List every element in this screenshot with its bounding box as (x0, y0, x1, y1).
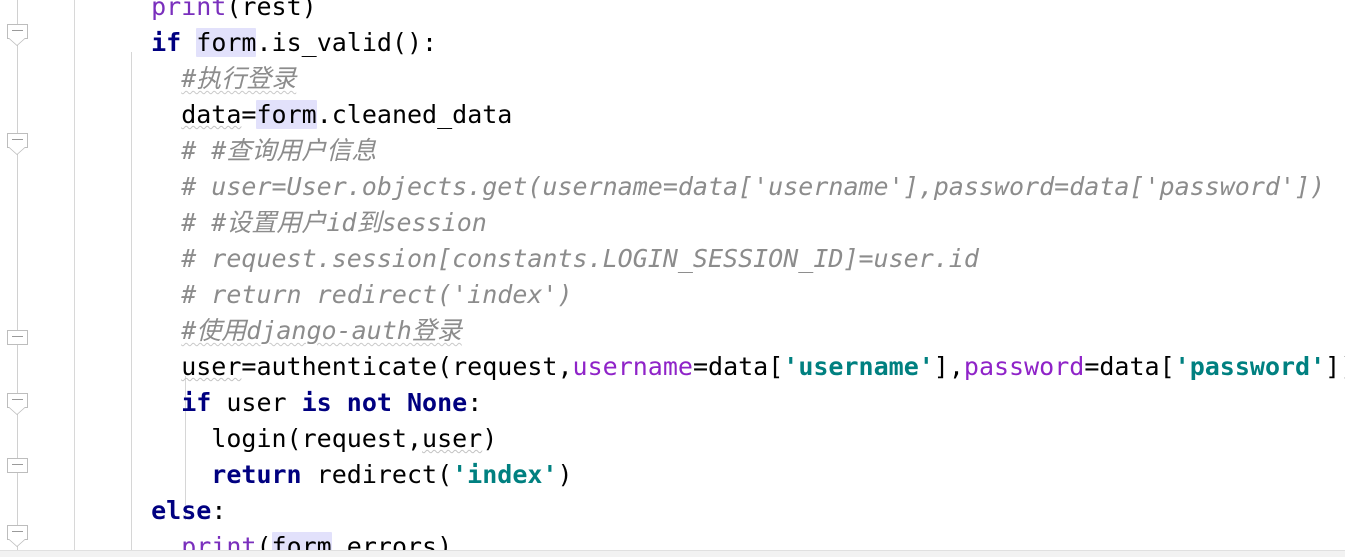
token-comment-0: # #查询用户信息 (181, 136, 377, 165)
token-plain-1: user (211, 388, 302, 417)
line-comment-execute-login[interactable]: #执行登录 (121, 61, 1345, 97)
token-kwarg-2: username (572, 352, 693, 381)
annotation-strip (75, 0, 121, 557)
token-plain-3: =data[ (692, 352, 784, 381)
token-plain-7: =data[ (1084, 352, 1175, 381)
fold-marker-tip (8, 406, 26, 414)
token-plain-3: ) (301, 0, 317, 21)
token-plain-1 (181, 28, 196, 57)
fold-marker-if-user-is-not-none[interactable] (7, 327, 28, 348)
token-plain-9: ]) (1325, 352, 1345, 381)
token-keyword-0: if (151, 28, 182, 57)
fold-marker-else-block[interactable] (7, 525, 28, 546)
line-comment-return-redirect-index[interactable]: # return redirect('index') (121, 277, 1345, 313)
code-surface[interactable]: print(rest) if form.is_valid(): #执行登录 data=… (121, 0, 1345, 557)
line-comment-set-user-id-to-session[interactable]: # #设置用户id到session (121, 205, 1345, 241)
token-kwarg-6: password (963, 352, 1085, 381)
token-plain-1: ( (226, 0, 242, 21)
token-keyword-0: return (211, 460, 302, 489)
token-comment-0: #使用django-auth登录 (181, 316, 462, 345)
line-data-equals-form-cleaned-data[interactable]: data=form.cleaned_data (121, 97, 1345, 133)
fold-collapse-dash-icon (12, 531, 23, 532)
fold-marker-tip (8, 37, 26, 45)
fold-marker-if-form-is-valid[interactable] (7, 24, 28, 45)
token-plain-2: form (196, 28, 257, 57)
token-plain-2: ) (482, 424, 498, 453)
token-string-4: 'username' (783, 352, 934, 381)
token-comment-0: #执行登录 (181, 64, 297, 93)
token-plain-0: user (181, 352, 242, 381)
line-return-redirect-index[interactable]: return redirect('index') (121, 457, 1345, 493)
fold-marker-nested-block[interactable] (7, 393, 28, 414)
fold-collapse-dash-icon (12, 336, 23, 337)
token-builtin-0: print (151, 0, 227, 21)
token-plain-1: user (422, 424, 483, 453)
fold-marker-tip (8, 538, 26, 546)
fold-marker-comment-block[interactable] (7, 133, 28, 154)
line-comment-request-session-login-session-id[interactable]: # request.session[constants.LOGIN_SESSIO… (121, 241, 1345, 277)
token-plain-5: ], (933, 352, 964, 381)
editor-gutter (0, 0, 75, 557)
token-plain-3: ) (557, 460, 573, 489)
token-comment-0: # user=User.objects.get(username=data['u… (181, 172, 1326, 201)
token-keyword-2: is (301, 388, 332, 417)
line-login-request-user[interactable]: login(request,user) (121, 421, 1345, 457)
line-comment-use-django-auth-login[interactable]: #使用django-auth登录 (121, 313, 1345, 349)
token-string-8: 'password' (1174, 352, 1326, 381)
token-plain-1: =authenticate(request, (241, 352, 573, 381)
token-plain-1: redirect( (301, 460, 453, 489)
line-comment-user-objects-get[interactable]: # user=User.objects.get(username=data['u… (121, 169, 1345, 205)
fold-collapse-dash-icon (12, 464, 23, 465)
token-plain-3: .is_valid(): (256, 28, 438, 57)
fold-marker-box (7, 458, 28, 473)
editor-bottom-edge (0, 550, 1345, 557)
fold-collapse-dash-icon (12, 30, 23, 31)
fold-collapse-dash-icon (12, 399, 23, 400)
line-else[interactable]: else: (121, 493, 1345, 529)
token-plain-0: data (181, 100, 242, 129)
fold-marker-return-block[interactable] (7, 455, 28, 476)
token-comment-0: # return redirect('index') (181, 280, 573, 309)
token-keyword-0: if (181, 388, 212, 417)
token-plain-3 (332, 388, 347, 417)
token-plain-0: login(request, (211, 424, 423, 453)
line-comment-query-user-info[interactable]: # #查询用户信息 (121, 133, 1345, 169)
code-editor[interactable]: print(rest) if form.is_valid(): #执行登录 data=… (0, 0, 1345, 557)
line-user-equals-authenticate[interactable]: user=authenticate(request,username=data[… (121, 349, 1345, 385)
fold-collapse-dash-icon (12, 139, 23, 140)
line-if-user-is-not-none[interactable]: if user is not None: (121, 385, 1345, 421)
token-plain-1: = (241, 100, 257, 129)
fold-marker-box (7, 330, 28, 345)
token-plain-2: form (256, 100, 317, 129)
token-plain-3: .cleaned_data (316, 100, 513, 129)
token-keyword-6: None (407, 388, 468, 417)
token-plain-5 (392, 388, 407, 417)
token-plain-7: : (467, 388, 483, 417)
fold-marker-tip (8, 146, 26, 154)
token-comment-0: # #设置用户id到session (181, 208, 487, 237)
line-print-rest[interactable]: print(rest) (121, 0, 1345, 25)
line-if-form-is-valid[interactable]: if form.is_valid(): (121, 25, 1345, 61)
token-keyword-4: not (346, 388, 392, 417)
token-comment-0: # request.session[constants.LOGIN_SESSIO… (181, 244, 979, 273)
token-plain-1: : (211, 496, 227, 525)
token-string-2: 'index' (452, 460, 558, 489)
token-keyword-0: else (151, 496, 212, 525)
token-plain-2: rest (241, 0, 302, 21)
